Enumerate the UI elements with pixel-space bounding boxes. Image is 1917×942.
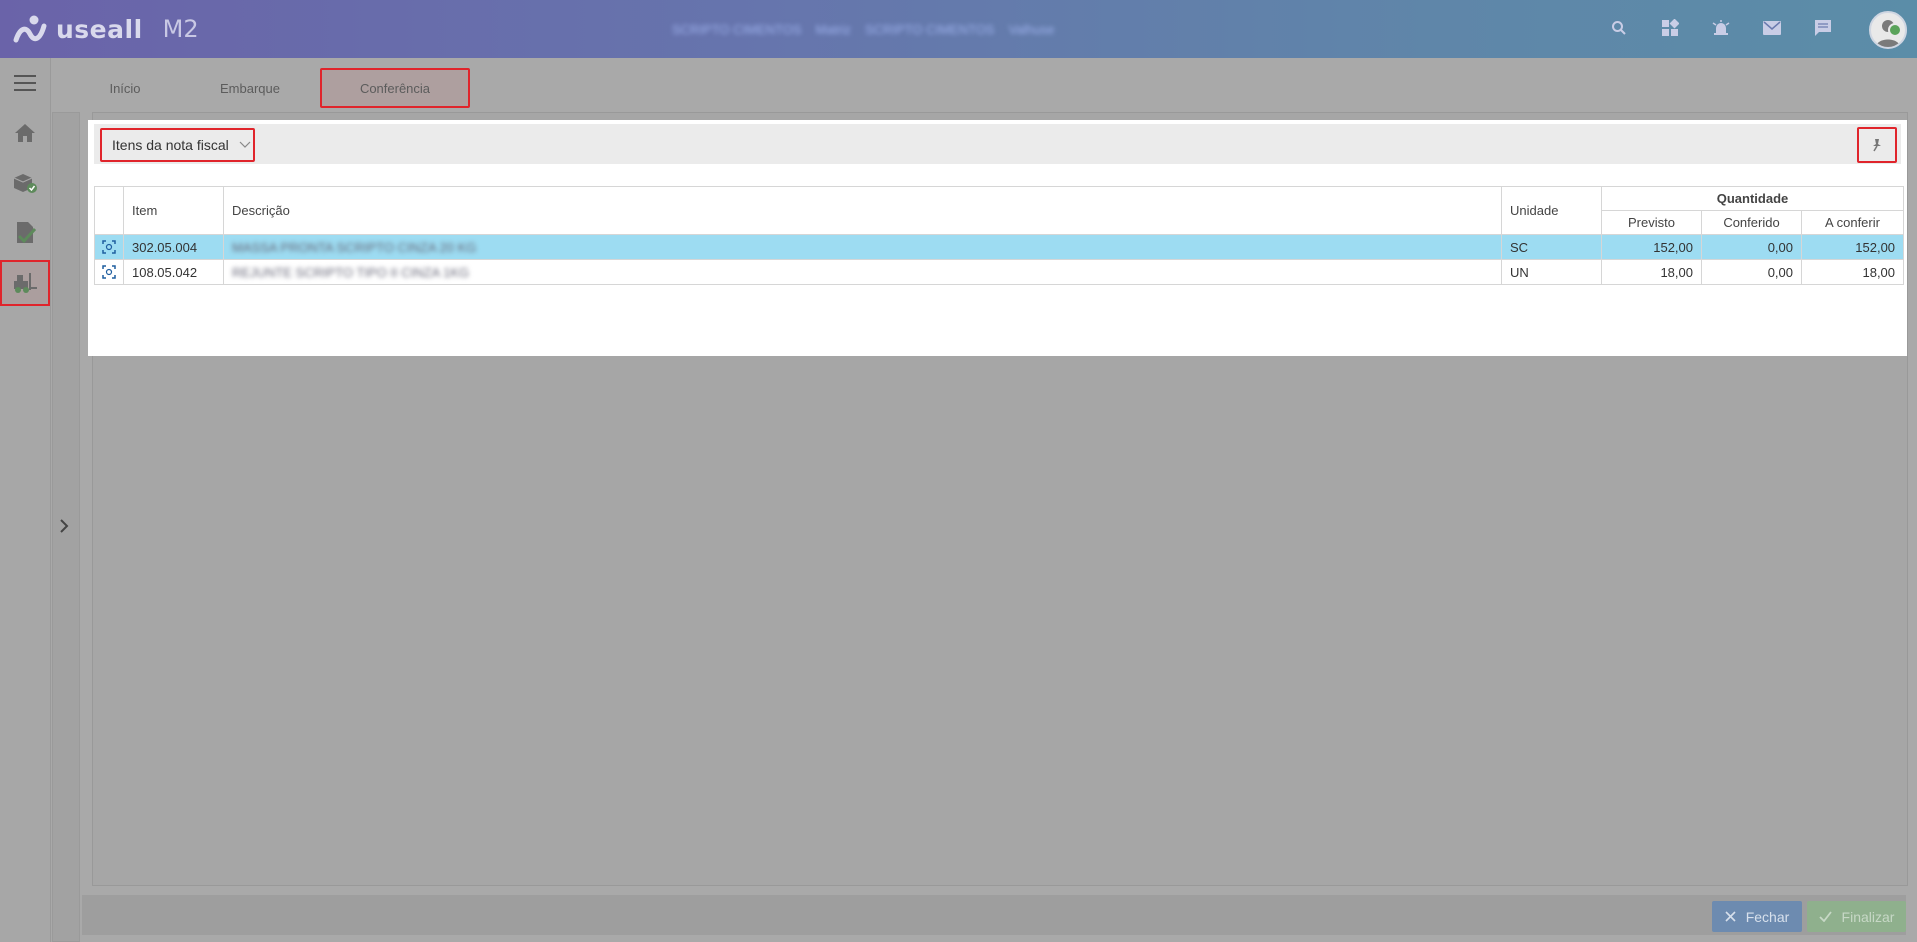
finish-button-label: Finalizar: [1841, 908, 1895, 925]
close-button[interactable]: Fechar: [1712, 901, 1802, 932]
items-table: Item Descrição Unidade Quantidade Previs…: [94, 186, 1905, 285]
cell-unidade: SC: [1501, 234, 1602, 260]
tab-inicio[interactable]: Início: [70, 70, 180, 106]
cell-conferido: 0,00: [1701, 234, 1802, 260]
alarm-icon[interactable]: [1707, 14, 1735, 42]
menu-icon[interactable]: [0, 60, 50, 106]
scan-icon[interactable]: [102, 265, 116, 279]
cell-descricao: MASSA PRONTA SCRIPTO CINZA 20 KG: [223, 234, 1502, 260]
tab-bar: Início Embarque Conferência: [70, 68, 470, 108]
chevron-down-icon: [239, 141, 251, 148]
left-sidebar: [0, 58, 51, 942]
home-icon[interactable]: [0, 110, 50, 156]
online-status-icon: [1888, 23, 1902, 37]
cell-item: 302.05.004: [123, 234, 224, 260]
forklift-icon[interactable]: [0, 260, 50, 306]
column-header-unidade[interactable]: Unidade: [1501, 186, 1602, 235]
row-icon-header: [94, 186, 124, 235]
check-icon: [1818, 911, 1832, 922]
panel-header: Itens da nota fiscal: [94, 124, 1901, 164]
cell-a-conferir: 152,00: [1800, 234, 1905, 260]
company-name: SCRIPTO CIMENTOS: [672, 22, 802, 37]
company-info: SCRIPTO CIMENTOS Matriz SCRIPTO CIMENTOS…: [672, 22, 1055, 37]
panel-title-dropdown[interactable]: Itens da nota fiscal: [100, 128, 255, 162]
column-group-quantidade: Quantidade: [1600, 186, 1905, 211]
useall-logo-icon: [13, 15, 47, 43]
pin-icon: [1873, 139, 1881, 152]
user-avatar[interactable]: [1869, 11, 1907, 49]
column-header-a-conferir[interactable]: A conferir: [1800, 210, 1905, 235]
tab-conferencia[interactable]: Conferência: [320, 68, 470, 108]
cell-previsto: 18,00: [1601, 259, 1702, 285]
pin-button[interactable]: [1857, 127, 1897, 163]
column-header-previsto[interactable]: Previsto: [1601, 210, 1702, 235]
table-row[interactable]: 302.05.004 MASSA PRONTA SCRIPTO CINZA 20…: [94, 234, 1905, 260]
app-logo[interactable]: useall M2: [12, 12, 199, 46]
user-name: Valhuse: [1008, 22, 1055, 37]
table-row[interactable]: 108.05.042 REJUNTE SCRIPTO TIPO II CINZA…: [94, 259, 1905, 285]
panel-title: Itens da nota fiscal: [112, 137, 229, 153]
branch-name: Matriz: [815, 22, 851, 37]
brand-name: useall: [56, 14, 143, 44]
close-icon: [1725, 911, 1736, 922]
column-header-item[interactable]: Item: [123, 186, 224, 235]
tab-embarque[interactable]: Embarque: [180, 70, 320, 106]
chat-icon[interactable]: [1809, 14, 1837, 42]
mail-icon[interactable]: [1758, 14, 1786, 42]
apps-icon[interactable]: [1656, 14, 1684, 42]
items-panel: Itens da nota fiscal Item Descrição Unid…: [88, 120, 1907, 356]
expand-chevron-icon[interactable]: [59, 518, 69, 534]
cell-unidade: UN: [1501, 259, 1602, 285]
top-header: useall M2 SCRIPTO CIMENTOS Matriz SCRIPT…: [0, 0, 1917, 58]
row-action-cell: [94, 234, 124, 260]
header-actions: [1605, 14, 1837, 42]
footer-bar: [82, 895, 1906, 935]
cell-item: 108.05.042: [123, 259, 224, 285]
column-header-conferido[interactable]: Conferido: [1701, 210, 1802, 235]
search-icon[interactable]: [1605, 14, 1633, 42]
cell-conferido: 0,00: [1701, 259, 1802, 285]
scan-icon[interactable]: [102, 240, 116, 254]
package-check-icon[interactable]: [0, 160, 50, 206]
product-name: M2: [162, 15, 199, 43]
document-check-icon[interactable]: [0, 210, 50, 256]
column-header-descricao[interactable]: Descrição: [223, 186, 1502, 235]
finish-button[interactable]: Finalizar: [1807, 901, 1906, 932]
cell-a-conferir: 18,00: [1800, 259, 1905, 285]
company-name-2: SCRIPTO CIMENTOS: [864, 22, 995, 37]
row-action-cell: [94, 259, 124, 285]
close-button-label: Fechar: [1745, 908, 1790, 925]
cell-previsto: 152,00: [1601, 234, 1702, 260]
cell-descricao: REJUNTE SCRIPTO TIPO II CINZA 1KG: [223, 259, 1502, 285]
